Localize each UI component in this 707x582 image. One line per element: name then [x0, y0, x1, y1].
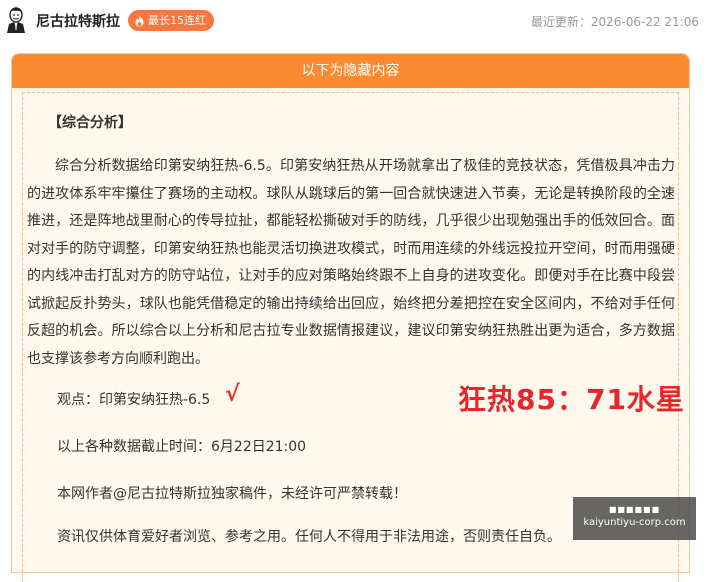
last-updated-text: 最近更新：2026-06-22 21:06 [530, 15, 699, 29]
disclaimer-text: 资讯仅供体育爱好者浏览、参考之用。任何人不得用于非法用途，否则责任自负。 [57, 529, 561, 545]
flame-icon [135, 15, 144, 26]
watermark-label: ■■■■■■ [608, 505, 661, 514]
section-title: 【综合分析】 [48, 115, 132, 131]
copyright-notice: 本网作者@尼古拉特斯拉独家稿件，未经许可严禁转载！ [57, 486, 407, 502]
streak-badge-label: 最长15连红 [148, 14, 206, 27]
final-score: 狂热85：71水星 [458, 383, 685, 416]
analysis-paragraph: 综合分析数据给印第安纳狂热-6.5。印第安纳狂热从开场就拿出了极佳的竞技状态，凭… [27, 158, 675, 367]
data-cutoff-text: 以上各种数据截止时间：6月22日21:00 [57, 439, 307, 455]
panel-title: 以下为隐藏内容 [12, 54, 689, 88]
streak-badge: 最长15连红 [128, 10, 214, 31]
viewpoint-text: 观点：印第安纳狂热-6.5 [57, 392, 211, 408]
checkmark-icon: √ [225, 382, 240, 407]
site-watermark: ■■■■■■ kaiyuntiyu-corp.com [573, 497, 696, 540]
author-name[interactable]: 尼古拉特斯拉 [36, 11, 120, 31]
watermark-domain: kaiyuntiyu-corp.com [583, 517, 686, 528]
page-header: 尼古拉特斯拉 最长15连红 最近更新：2026-06-22 21:06 [0, 0, 707, 42]
author-avatar[interactable] [4, 6, 28, 34]
